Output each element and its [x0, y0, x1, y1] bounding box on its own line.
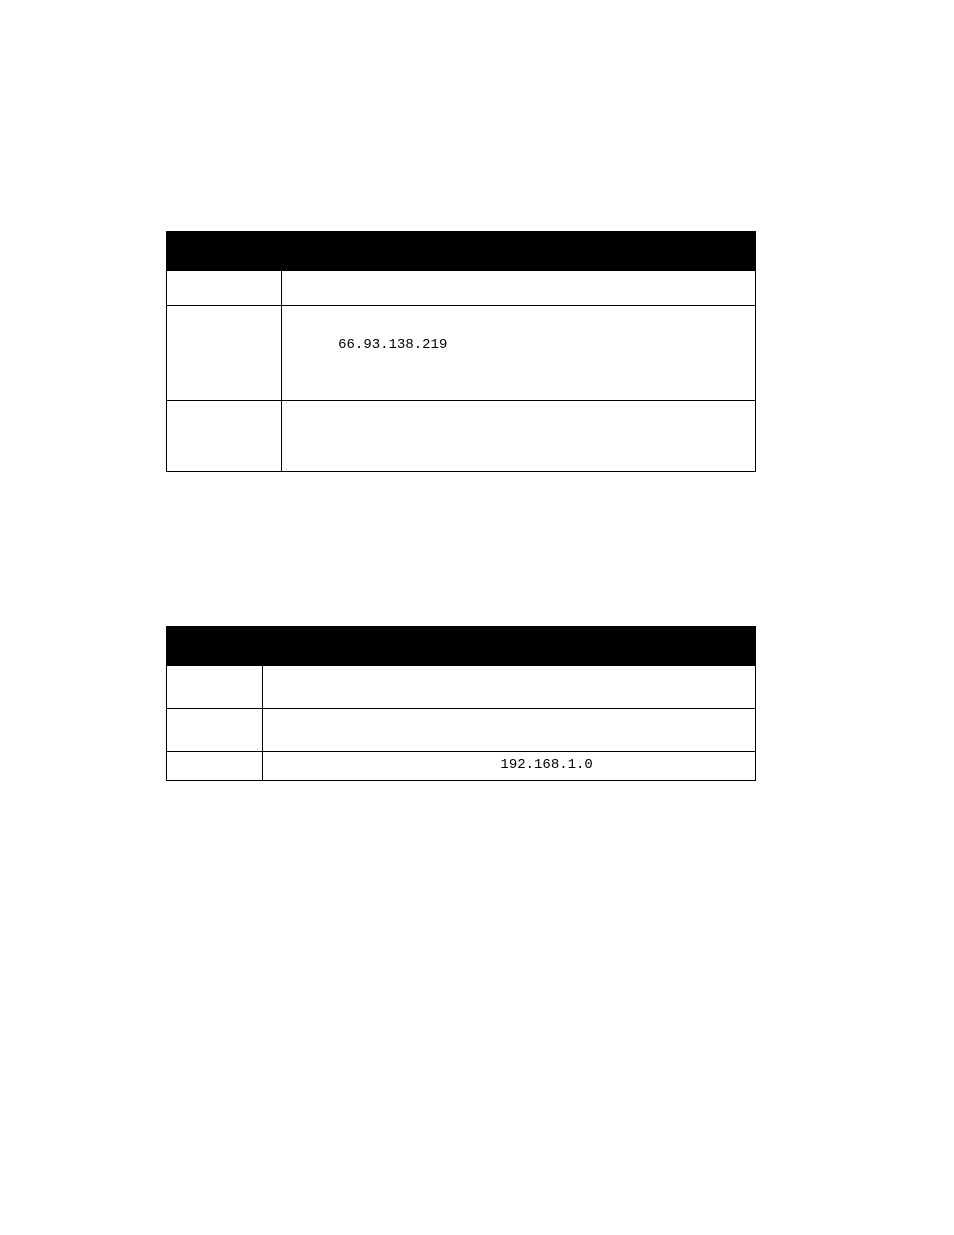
- table-2-header-cell: [167, 627, 756, 666]
- table-row: [167, 709, 756, 752]
- table-row: [167, 666, 756, 709]
- table-cell: 66.93.138.219: [282, 306, 756, 401]
- table-cell: [282, 401, 756, 472]
- table-cell: [282, 271, 756, 306]
- table-row: 66.93.138.219: [167, 306, 756, 401]
- ip-address: 66.93.138.219: [283, 307, 447, 353]
- table-2: 192.168.1.0: [166, 626, 756, 781]
- table-cell: 192.168.1.0: [263, 752, 756, 781]
- table-cell: [167, 306, 282, 401]
- table-cell: [263, 666, 756, 709]
- page: 66.93.138.219 192.168.1.0: [0, 0, 954, 1235]
- table-row: [167, 401, 756, 472]
- table-cell: [167, 709, 263, 752]
- table-cell: [167, 752, 263, 781]
- table-cell: [263, 709, 756, 752]
- table-1-header: [167, 232, 756, 271]
- table-1: 66.93.138.219: [166, 231, 756, 472]
- table-row: 192.168.1.0: [167, 752, 756, 781]
- table-1-header-cell: [167, 232, 756, 271]
- table-row: [167, 271, 756, 306]
- ip-address: 192.168.1.0: [264, 753, 592, 773]
- table-cell: [167, 401, 282, 472]
- table-2-header: [167, 627, 756, 666]
- table-cell: [167, 271, 282, 306]
- table-cell: [167, 666, 263, 709]
